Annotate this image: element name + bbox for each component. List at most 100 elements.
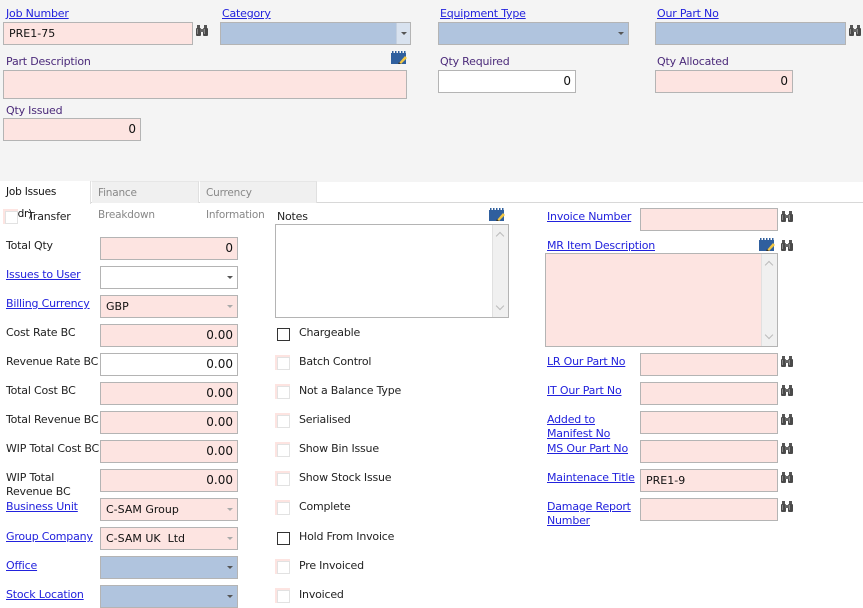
notepad-edit-icon[interactable] — [391, 51, 407, 64]
issues-to-user-dropdown[interactable] — [100, 266, 238, 289]
scroll-up-icon[interactable] — [495, 231, 505, 241]
tab-finance-breakdown[interactable]: Finance Breakdown — [92, 181, 199, 221]
damage-report-number-field[interactable] — [640, 498, 778, 521]
added-to-manifest-no-label[interactable]: Added to Manifest No — [547, 413, 627, 441]
chargeable-checkbox[interactable] — [275, 326, 290, 341]
notepad-edit-icon[interactable] — [489, 208, 505, 221]
business-unit-dropdown[interactable]: C-SAM Group — [100, 498, 238, 521]
notes-label: Notes — [277, 210, 308, 223]
binoculars-icon[interactable] — [781, 355, 793, 367]
binoculars-icon[interactable] — [781, 239, 793, 251]
tab-currency-information[interactable]: Currency Information — [200, 181, 317, 221]
scroll-down-icon[interactable] — [764, 330, 774, 340]
lr-our-part-no-field[interactable] — [640, 353, 778, 376]
wip-total-revenue-bc-field[interactable]: 0.00 — [100, 469, 238, 492]
revenue-rate-bc-field[interactable]: 0.00 — [100, 353, 238, 376]
it-our-part-no-label[interactable]: IT Our Part No — [547, 384, 622, 397]
mr-item-description-scrollbar[interactable] — [761, 254, 777, 346]
binoculars-icon[interactable] — [196, 24, 208, 36]
not-a-balance-type-checkbox[interactable] — [275, 384, 290, 399]
office-label[interactable]: Office — [6, 559, 37, 572]
our-part-no-field[interactable] — [655, 22, 846, 45]
wip-total-cost-bc-label: WIP Total Cost BC — [6, 442, 100, 455]
equipment-type-dropdown[interactable] — [438, 22, 629, 45]
chevron-down-icon[interactable] — [223, 586, 237, 607]
scroll-up-icon[interactable] — [764, 260, 774, 270]
chevron-down-icon[interactable] — [614, 23, 628, 44]
notepad-edit-icon[interactable] — [759, 238, 775, 251]
binoculars-icon[interactable] — [781, 500, 793, 512]
part-description-field[interactable] — [3, 70, 407, 99]
total-cost-bc-field[interactable]: 0.00 — [100, 382, 238, 405]
invoice-number-label[interactable]: Invoice Number — [547, 210, 631, 223]
transfer-checkbox[interactable] — [3, 209, 18, 224]
qty-issued-field[interactable]: 0 — [3, 118, 141, 141]
stock-location-label[interactable]: Stock Location — [6, 588, 84, 601]
total-revenue-bc-label: Total Revenue BC — [6, 413, 99, 426]
complete-label: Complete — [299, 500, 351, 513]
category-label[interactable]: Category — [222, 7, 271, 20]
job-number-field[interactable]: PRE1-75 — [3, 22, 193, 45]
group-company-label[interactable]: Group Company — [6, 530, 93, 543]
binoculars-icon[interactable] — [781, 413, 793, 425]
binoculars-icon[interactable] — [781, 384, 793, 396]
transfer-label: Transfer — [28, 210, 71, 223]
job-number-label[interactable]: Job Number — [6, 7, 69, 20]
chevron-down-icon[interactable] — [223, 267, 237, 288]
maintenace-title-field[interactable]: PRE1-9 — [640, 469, 778, 492]
total-revenue-bc-field[interactable]: 0.00 — [100, 411, 238, 434]
show-bin-issue-checkbox[interactable] — [275, 442, 290, 457]
cost-rate-bc-label: Cost Rate BC — [6, 326, 76, 339]
it-our-part-no-field[interactable] — [640, 382, 778, 405]
mr-item-description-label[interactable]: MR Item Description — [547, 239, 655, 252]
chevron-down-icon[interactable] — [223, 528, 237, 549]
hold-from-invoice-checkbox[interactable] — [275, 530, 290, 545]
complete-checkbox[interactable] — [275, 500, 290, 515]
chevron-down-icon[interactable] — [223, 499, 237, 520]
our-part-no-label[interactable]: Our Part No — [657, 7, 719, 20]
damage-report-number-label[interactable]: Damage Report Number — [547, 500, 637, 528]
ms-our-part-no-label[interactable]: MS Our Part No — [547, 442, 628, 455]
stock-location-dropdown[interactable] — [100, 585, 238, 608]
total-qty-label: Total Qty — [6, 239, 53, 252]
lr-our-part-no-label[interactable]: LR Our Part No — [547, 355, 625, 368]
equipment-type-label[interactable]: Equipment Type — [440, 7, 526, 20]
group-company-dropdown[interactable]: C-SAM UK Ltd — [100, 527, 238, 550]
tab-job-issues[interactable]: Job Issues (Hdr) — [0, 181, 91, 220]
qty-required-label: Qty Required — [440, 55, 510, 68]
business-unit-label[interactable]: Business Unit — [6, 500, 78, 513]
invoiced-checkbox[interactable] — [275, 588, 290, 603]
notes-textarea[interactable] — [275, 224, 509, 318]
group-company-value: C-SAM UK Ltd — [106, 532, 186, 545]
billing-currency-dropdown[interactable]: GBP — [100, 295, 238, 318]
notes-scrollbar[interactable] — [492, 225, 508, 317]
binoculars-icon[interactable] — [849, 24, 861, 36]
category-dropdown[interactable] — [220, 22, 411, 45]
office-dropdown[interactable] — [100, 556, 238, 579]
chevron-down-icon[interactable] — [223, 296, 237, 317]
wip-total-cost-bc-field[interactable]: 0.00 — [100, 440, 238, 463]
cost-rate-bc-field[interactable]: 0.00 — [100, 324, 238, 347]
scroll-down-icon[interactable] — [495, 301, 505, 311]
batch-control-checkbox[interactable] — [275, 355, 290, 370]
qty-allocated-field[interactable]: 0 — [655, 70, 793, 93]
billing-currency-label[interactable]: Billing Currency — [6, 297, 90, 310]
total-qty-field[interactable]: 0 — [100, 237, 238, 260]
pre-invoiced-label: Pre Invoiced — [299, 559, 364, 572]
issues-to-user-label[interactable]: Issues to User — [6, 268, 81, 281]
chevron-down-icon[interactable] — [396, 23, 410, 44]
invoice-number-field[interactable] — [640, 208, 778, 231]
binoculars-icon[interactable] — [781, 210, 793, 222]
pre-invoiced-checkbox[interactable] — [275, 559, 290, 574]
chevron-down-icon[interactable] — [223, 557, 237, 578]
show-bin-issue-label: Show Bin Issue — [299, 442, 379, 455]
mr-item-description-textarea[interactable] — [545, 253, 778, 347]
binoculars-icon[interactable] — [781, 471, 793, 483]
qty-required-field[interactable]: 0 — [438, 70, 576, 93]
show-stock-issue-checkbox[interactable] — [275, 471, 290, 486]
ms-our-part-no-field[interactable] — [640, 440, 778, 463]
maintenace-title-label[interactable]: Maintenace Title — [547, 471, 635, 484]
serialised-checkbox[interactable] — [275, 413, 290, 428]
binoculars-icon[interactable] — [781, 442, 793, 454]
added-to-manifest-no-field[interactable] — [640, 411, 778, 434]
